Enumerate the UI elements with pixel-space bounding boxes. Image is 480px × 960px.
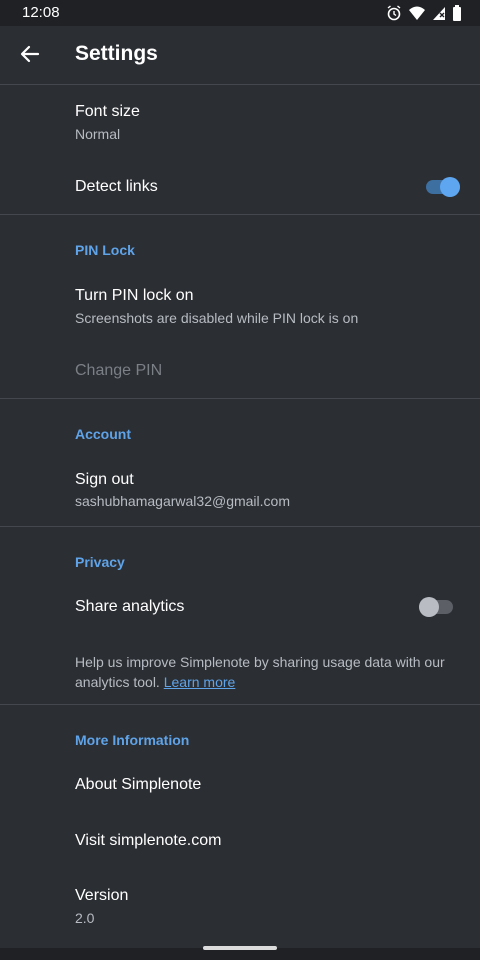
home-gesture-pill[interactable] xyxy=(203,946,277,950)
section-account: Account xyxy=(75,426,131,442)
account-email: sashubhamagarwal32@gmail.com xyxy=(75,493,290,509)
divider xyxy=(0,398,480,399)
share-analytics-title: Share analytics xyxy=(75,598,185,615)
back-arrow-icon[interactable] xyxy=(18,42,42,66)
analytics-help-text: Help us improve Simplenote by sharing us… xyxy=(75,652,467,692)
toggle-thumb xyxy=(440,177,460,197)
alarm-icon xyxy=(387,5,401,21)
page-title: Settings xyxy=(75,42,158,65)
about-simplenote-item[interactable]: About Simplenote xyxy=(75,776,201,794)
change-pin-setting: Change PIN xyxy=(75,362,163,379)
status-icons xyxy=(386,4,462,22)
font-size-value: Normal xyxy=(75,126,121,142)
share-analytics-toggle[interactable] xyxy=(419,597,453,617)
detect-links-title: Detect links xyxy=(75,178,158,195)
battery-icon xyxy=(453,5,461,21)
turn-pin-subtitle: Screenshots are disabled while PIN lock … xyxy=(75,310,359,326)
learn-more-link[interactable]: Learn more xyxy=(164,674,236,690)
version-title: Version xyxy=(75,887,129,904)
divider xyxy=(0,526,480,527)
font-size-title: Font size xyxy=(75,103,140,120)
visit-simplenote-item[interactable]: Visit simplenote.com xyxy=(75,832,221,850)
navigation-bar xyxy=(0,946,480,960)
divider xyxy=(0,704,480,705)
status-bar: 12:08 xyxy=(0,0,480,26)
app-bar: Settings xyxy=(0,26,480,84)
status-time: 12:08 xyxy=(22,4,60,21)
section-pin-lock: PIN Lock xyxy=(75,242,135,258)
help-text: Help us improve Simplenote by sharing us… xyxy=(75,654,445,690)
section-privacy: Privacy xyxy=(75,554,125,570)
wifi-icon xyxy=(409,6,425,20)
sign-out-title: Sign out xyxy=(75,471,134,488)
version-value: 2.0 xyxy=(75,910,95,926)
toggle-thumb xyxy=(419,597,439,617)
detect-links-toggle[interactable] xyxy=(426,177,460,197)
section-more-information: More Information xyxy=(75,732,190,748)
divider xyxy=(0,84,480,85)
turn-pin-title: Turn PIN lock on xyxy=(75,287,194,304)
signal-icon xyxy=(433,7,445,20)
divider xyxy=(0,214,480,215)
